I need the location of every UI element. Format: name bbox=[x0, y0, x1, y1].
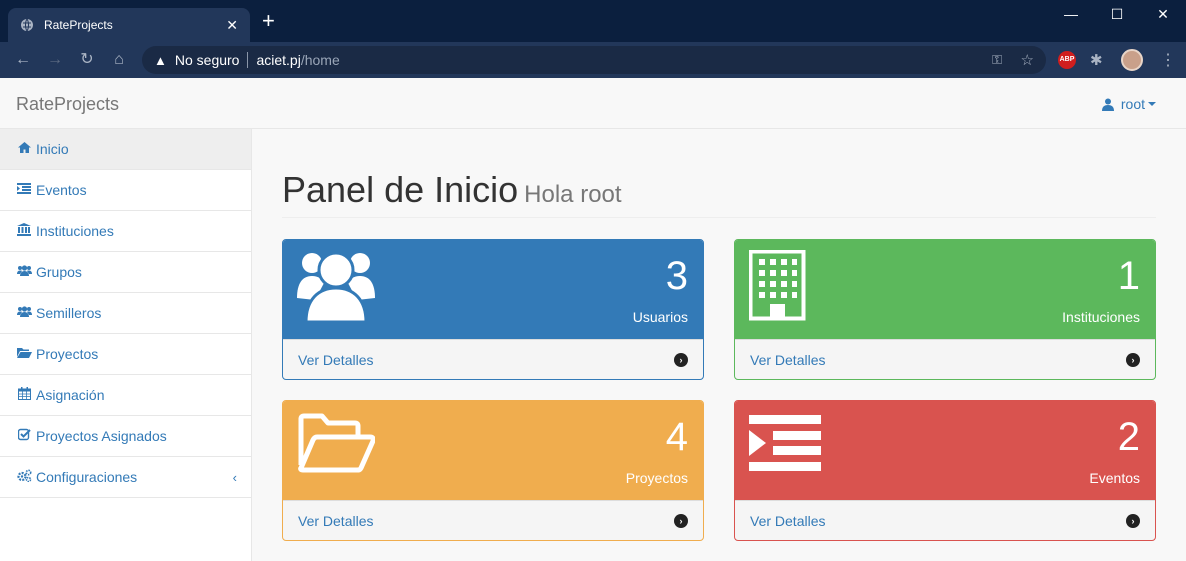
sidebar-item-label: Configuraciones bbox=[36, 469, 138, 485]
user-icon bbox=[1101, 98, 1114, 111]
sidebar-item-eventos[interactable]: Eventos bbox=[0, 170, 251, 211]
sidebar-item-label: Grupos bbox=[36, 264, 82, 280]
close-window-icon[interactable]: ✕ bbox=[1140, 6, 1186, 26]
page-subtitle: Hola root bbox=[524, 181, 622, 208]
panel-details-link[interactable]: Ver Detalles › bbox=[283, 500, 703, 540]
page-header: Panel de Inicio Hola root bbox=[282, 169, 1156, 218]
sidebar-item-inicio[interactable]: Inicio bbox=[0, 129, 251, 170]
panel-proyectos: 4 Proyectos Ver Detalles › bbox=[282, 400, 704, 541]
details-label: Ver Detalles bbox=[750, 352, 826, 368]
folder-open-icon bbox=[298, 413, 375, 473]
cogs-icon bbox=[16, 469, 32, 485]
user-name: root bbox=[1120, 96, 1145, 112]
browser-titlebar: RateProjects ✕ + — ☐ ✕ bbox=[0, 0, 1186, 42]
sidebar-item-proyectos[interactable]: Proyectos bbox=[0, 334, 251, 375]
indent-icon bbox=[749, 415, 821, 471]
sidebar-item-label: Inicio bbox=[36, 141, 69, 157]
bookmark-star-icon[interactable]: ☆ bbox=[1021, 51, 1034, 69]
home-icon bbox=[16, 142, 32, 156]
arrow-circle-right-icon: › bbox=[1126, 353, 1140, 367]
browser-menu-icon[interactable]: ⋮ bbox=[1160, 50, 1176, 70]
sidebar-item-label: Proyectos Asignados bbox=[36, 428, 167, 444]
sidebar-item-asignacion[interactable]: Asignación bbox=[0, 375, 251, 416]
arrow-circle-right-icon: › bbox=[1126, 514, 1140, 528]
app-navbar: RateProjects root bbox=[0, 78, 1186, 129]
arrow-circle-right-icon: › bbox=[674, 514, 688, 528]
sidebar-item-label: Instituciones bbox=[36, 223, 114, 239]
security-label: No seguro bbox=[174, 52, 240, 68]
reload-icon[interactable]: ↻ bbox=[78, 51, 96, 69]
panel-label: Usuarios bbox=[632, 309, 688, 325]
new-tab-icon[interactable]: + bbox=[262, 10, 275, 32]
panel-eventos: 2 Eventos Ver Detalles › bbox=[734, 400, 1156, 541]
arrow-circle-right-icon: › bbox=[674, 353, 688, 367]
folder-open-icon bbox=[16, 347, 32, 361]
url-host: aciet.pj bbox=[256, 52, 301, 68]
address-bar[interactable]: ▲ No seguro aciet.pj/home ⚿ ☆ bbox=[142, 46, 1046, 74]
panel-instituciones: 1 Instituciones Ver Detalles › bbox=[734, 239, 1156, 380]
globe-icon bbox=[21, 18, 33, 32]
brand-link[interactable]: RateProjects bbox=[16, 94, 119, 115]
key-icon[interactable]: ⚿ bbox=[992, 52, 1002, 68]
divider bbox=[247, 52, 249, 68]
indent-icon bbox=[16, 183, 32, 197]
main-content: Panel de Inicio Hola root 3 Usuarios Ver … bbox=[252, 129, 1186, 561]
users-icon bbox=[297, 251, 375, 322]
details-label: Ver Detalles bbox=[298, 352, 374, 368]
sidebar-item-label: Eventos bbox=[36, 182, 87, 198]
sidebar-item-configuraciones[interactable]: Configuraciones ‹ bbox=[0, 457, 251, 498]
extensions-puzzle-icon[interactable]: ✱ bbox=[1090, 51, 1103, 69]
panel-usuarios: 3 Usuarios Ver Detalles › bbox=[282, 239, 704, 380]
panel-label: Eventos bbox=[1089, 470, 1140, 486]
check-square-icon bbox=[16, 428, 32, 444]
forward-icon[interactable]: → bbox=[46, 51, 64, 69]
browser-tab[interactable]: RateProjects ✕ bbox=[8, 8, 250, 42]
details-label: Ver Detalles bbox=[750, 513, 826, 529]
panel-heading: 4 Proyectos bbox=[283, 401, 703, 500]
page-title-text: Panel de Inicio bbox=[282, 169, 519, 210]
back-icon[interactable]: ← bbox=[14, 51, 32, 69]
profile-avatar[interactable] bbox=[1121, 49, 1143, 71]
warning-icon: ▲ bbox=[154, 52, 167, 68]
users-icon bbox=[16, 306, 32, 320]
chevron-left-icon: ‹ bbox=[232, 469, 237, 485]
browser-toolbar: ← → ↻ ⌂ ▲ No seguro aciet.pj/home ⚿ ☆ bbox=[0, 42, 1186, 78]
sidebar-item-label: Semilleros bbox=[36, 305, 102, 321]
page-title: Panel de Inicio Hola root bbox=[282, 169, 1156, 211]
sidebar-item-label: Proyectos bbox=[36, 346, 99, 362]
tab-close-icon[interactable]: ✕ bbox=[226, 17, 238, 34]
details-label: Ver Detalles bbox=[298, 513, 374, 529]
panel-count: 3 bbox=[665, 254, 688, 298]
panel-heading: 1 Instituciones bbox=[735, 240, 1155, 339]
adblock-extension-icon[interactable]: ABP bbox=[1058, 51, 1076, 69]
sidebar: Inicio Eventos Instituciones Grupos Semi… bbox=[0, 129, 252, 561]
sidebar-item-label: Asignación bbox=[36, 387, 105, 403]
tab-title: RateProjects bbox=[44, 18, 113, 32]
user-menu[interactable]: root bbox=[1101, 96, 1156, 112]
calendar-icon bbox=[16, 387, 32, 403]
panel-label: Instituciones bbox=[1062, 309, 1140, 325]
panel-details-link[interactable]: Ver Detalles › bbox=[283, 339, 703, 379]
minimize-icon[interactable]: — bbox=[1048, 6, 1094, 26]
maximize-icon[interactable]: ☐ bbox=[1094, 6, 1140, 26]
sidebar-item-proyectos-asignados[interactable]: Proyectos Asignados bbox=[0, 416, 251, 457]
sidebar-item-semilleros[interactable]: Semilleros bbox=[0, 293, 251, 334]
panel-details-link[interactable]: Ver Detalles › bbox=[735, 500, 1155, 540]
institution-icon bbox=[16, 223, 32, 239]
sidebar-item-instituciones[interactable]: Instituciones bbox=[0, 211, 251, 252]
panel-details-link[interactable]: Ver Detalles › bbox=[735, 339, 1155, 379]
panel-heading: 3 Usuarios bbox=[283, 240, 703, 339]
home-button-icon[interactable]: ⌂ bbox=[110, 51, 128, 69]
sidebar-item-grupos[interactable]: Grupos bbox=[0, 252, 251, 293]
panel-heading: 2 Eventos bbox=[735, 401, 1155, 500]
users-icon bbox=[16, 265, 32, 279]
building-icon bbox=[749, 250, 806, 321]
panel-count: 1 bbox=[1117, 254, 1140, 298]
panel-count: 4 bbox=[665, 415, 688, 459]
caret-down-icon bbox=[1148, 102, 1156, 106]
url-path: /home bbox=[300, 52, 340, 68]
panel-count: 2 bbox=[1117, 415, 1140, 459]
panel-label: Proyectos bbox=[625, 470, 688, 486]
